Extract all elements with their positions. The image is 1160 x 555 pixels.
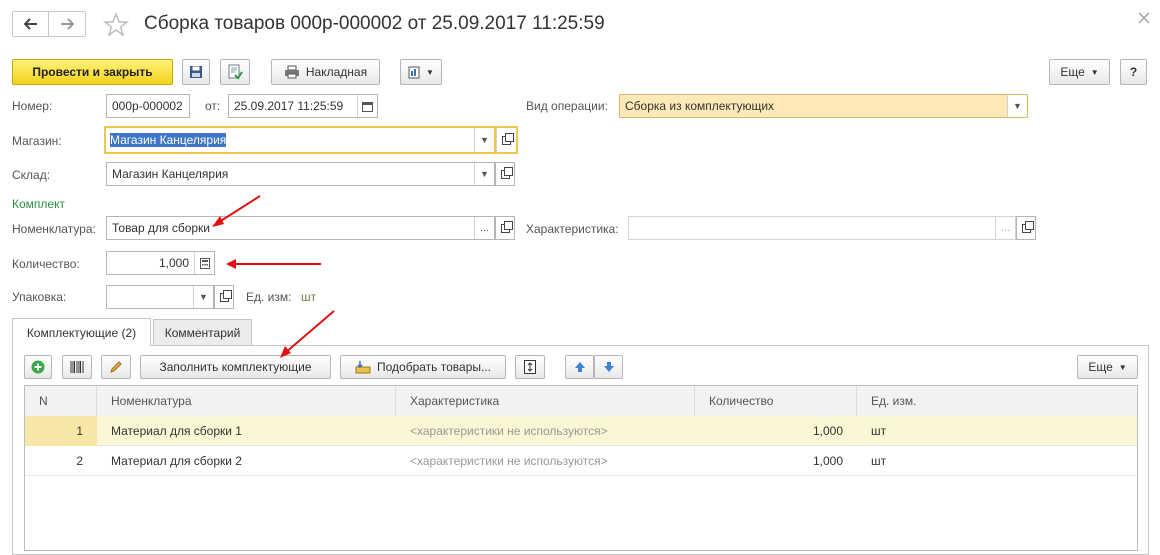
annotation-arrow-fill-button xyxy=(280,310,335,358)
annotation-arrow-nomenclature xyxy=(212,195,261,227)
tab-components[interactable]: Комплектующие (2) xyxy=(12,318,151,346)
tab-components-label: Комплектующие (2) xyxy=(26,325,137,340)
annotation-arrows xyxy=(212,195,335,358)
annotation-arrow-quantity xyxy=(226,259,321,269)
